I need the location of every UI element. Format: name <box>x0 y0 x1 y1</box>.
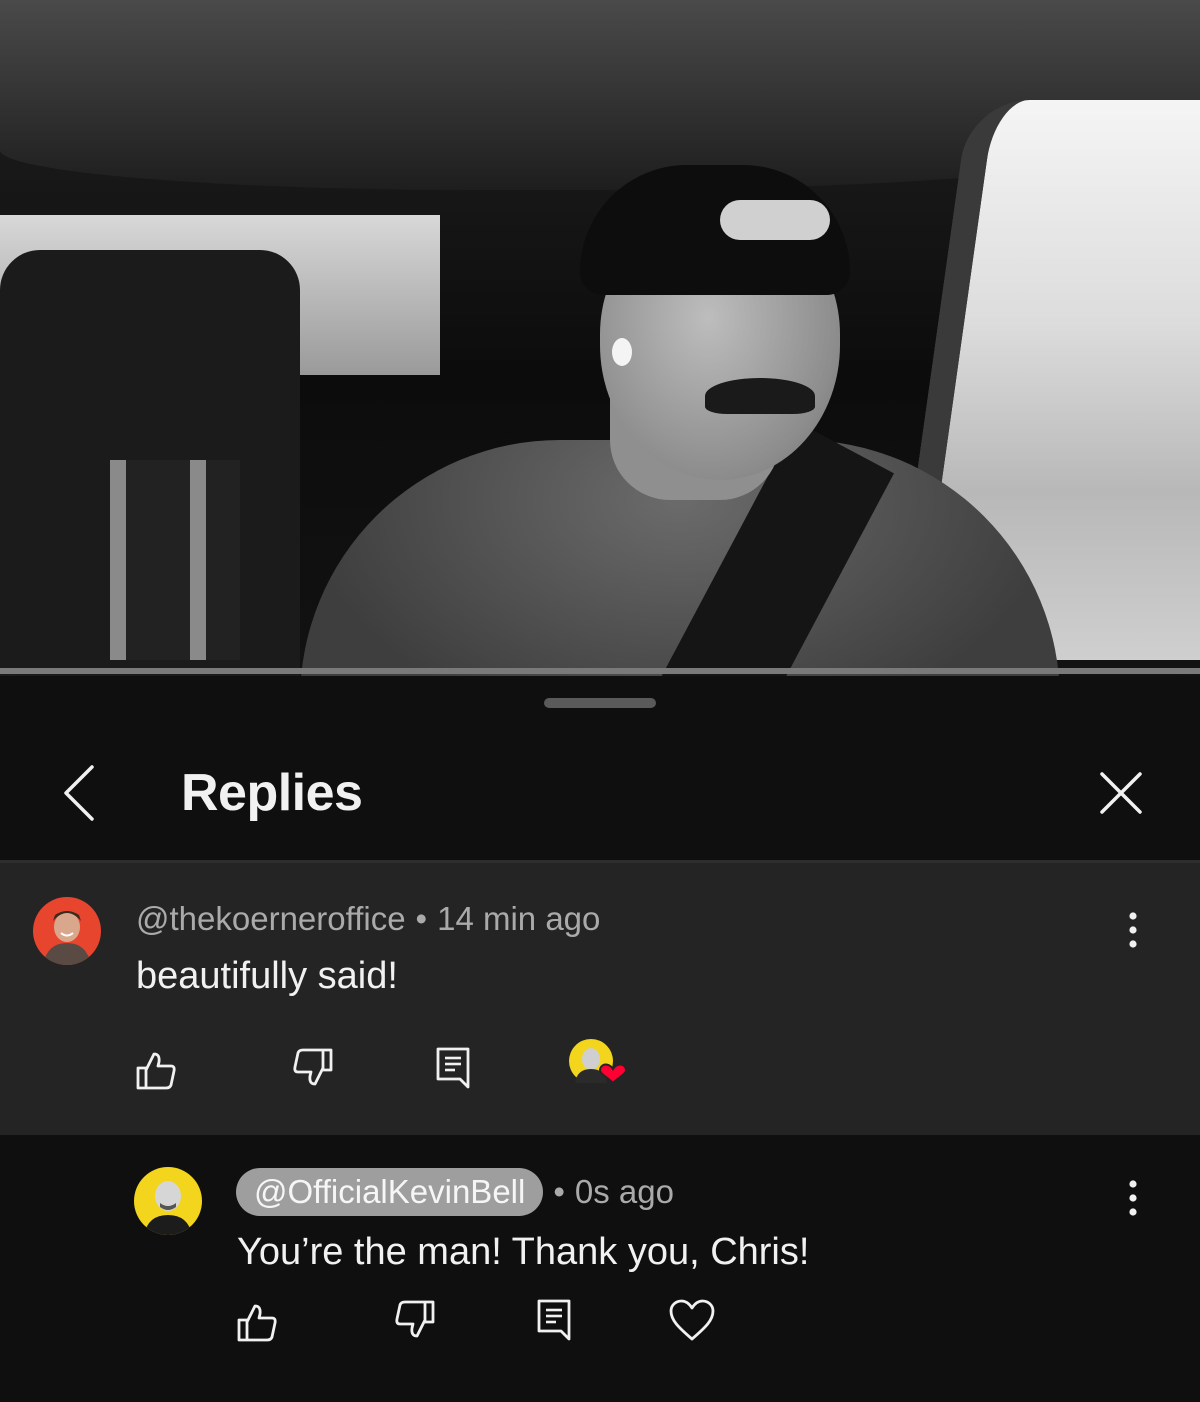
reply-button[interactable] <box>424 1038 484 1098</box>
video-frame-mustache <box>705 378 815 414</box>
reply-meta: @OfficialKevinBell • 0s ago <box>236 1168 674 1216</box>
comment-time: 14 min ago <box>437 900 601 937</box>
parent-comment: @thekoerneroffice • 14 min ago beautifully… <box>0 863 1200 1135</box>
video-progress-bar[interactable] <box>0 668 1200 674</box>
commenter-avatar-image <box>33 897 101 965</box>
replier-avatar-image <box>134 1167 202 1235</box>
like-icon <box>136 1052 176 1090</box>
chevron-left-icon <box>64 765 94 821</box>
like-button[interactable] <box>126 1040 186 1100</box>
video-player[interactable] <box>0 0 1200 676</box>
reply-icon <box>436 1047 470 1089</box>
like-icon <box>237 1304 277 1342</box>
more-vertical-icon <box>1129 912 1137 948</box>
video-frame-headrest <box>110 460 240 660</box>
back-button[interactable] <box>48 760 112 826</box>
avatar[interactable] <box>33 897 101 965</box>
heart-icon <box>669 1299 715 1341</box>
panel-title: Replies <box>181 764 363 822</box>
creator-handle-pill[interactable]: @OfficialKevinBell <box>236 1168 544 1216</box>
dislike-icon <box>293 1048 333 1086</box>
reply-icon <box>537 1299 571 1341</box>
close-button[interactable] <box>1090 762 1152 824</box>
reply-dislike-button[interactable] <box>385 1290 445 1350</box>
reply-more-button[interactable] <box>1113 1168 1153 1228</box>
reply-like-button[interactable] <box>227 1292 287 1352</box>
video-frame-earbud <box>612 338 632 366</box>
dislike-icon <box>395 1300 435 1338</box>
dislike-button[interactable] <box>283 1038 343 1098</box>
heart-button[interactable] <box>662 1290 722 1350</box>
reply-reply-button[interactable] <box>525 1290 585 1350</box>
reply-comment: @OfficialKevinBell • 0s ago You’re the man… <box>0 1135 1200 1402</box>
creator-heart-icon <box>569 1039 627 1085</box>
replies-panel: Replies @thekoerneroffice • 14 min ago bea… <box>0 676 1200 1402</box>
reply-avatar[interactable] <box>134 1167 202 1235</box>
meta-separator: • <box>553 1173 565 1210</box>
replies-header: Replies <box>0 736 1200 860</box>
reply-time: 0s ago <box>574 1173 674 1210</box>
drag-handle[interactable] <box>544 698 656 708</box>
comment-meta: @thekoerneroffice • 14 min ago <box>136 899 600 939</box>
meta-separator: • <box>415 900 428 937</box>
comment-author[interactable]: @thekoerneroffice <box>136 900 406 937</box>
comment-more-button[interactable] <box>1113 900 1153 960</box>
reply-text: You’re the man! Thank you, Chris! <box>237 1231 810 1273</box>
more-vertical-icon <box>1129 1180 1137 1216</box>
close-icon <box>1100 772 1142 814</box>
video-frame-cap-band <box>720 200 830 240</box>
comment-text: beautifully said! <box>136 955 398 997</box>
creator-heart-badge[interactable] <box>567 1033 631 1103</box>
